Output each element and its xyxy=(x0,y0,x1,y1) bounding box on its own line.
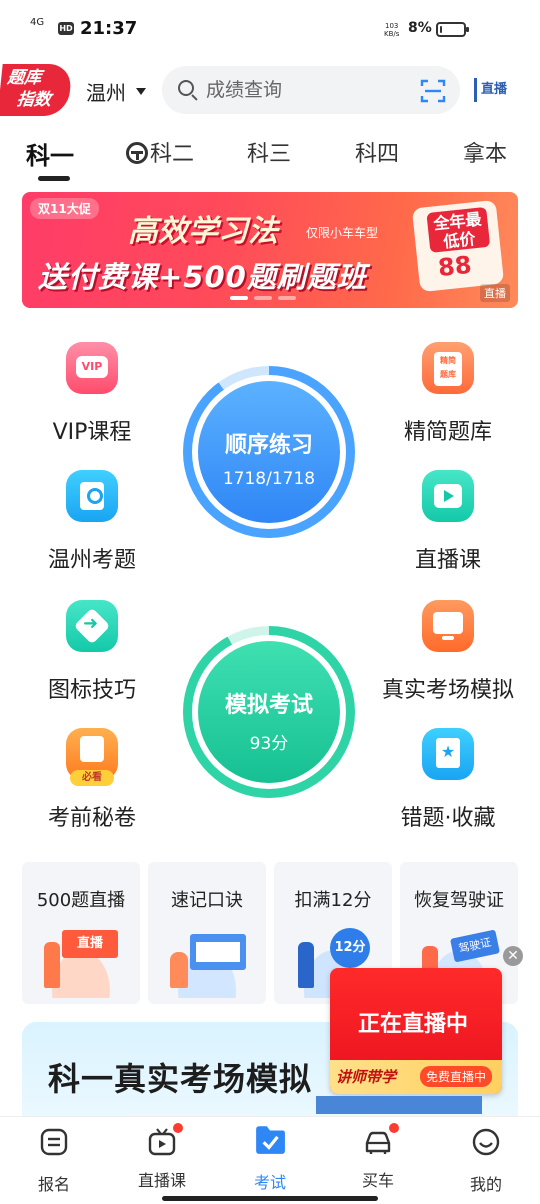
banner-pagination xyxy=(230,296,296,300)
live-entry-button[interactable]: 直播 xyxy=(474,78,510,102)
road-sign-icon xyxy=(66,600,118,652)
card-mnemonics[interactable]: 速记口诀 xyxy=(148,862,266,1004)
pagination-dot xyxy=(278,296,296,300)
tab-ke4[interactable]: 科四 xyxy=(355,136,399,168)
status-bar: 4G HD 21:37 103 KB/s 8% xyxy=(0,0,540,60)
banner-main-line: 送付费课+500题刷题班 xyxy=(38,260,367,294)
bottom-nav: 报名 直播课 考试 买车 我的 xyxy=(0,1116,540,1204)
practice-title: 顺序练习 xyxy=(224,433,313,458)
banner-live-tag: 直播 xyxy=(480,284,510,302)
floating-live-card[interactable]: 正在直播中 讲师带学 免费直播中 xyxy=(330,968,502,1094)
card-500-live[interactable]: 500题直播 直播 xyxy=(22,862,140,1004)
sign-tips-button[interactable]: 图标技巧 xyxy=(12,600,172,704)
free-live-badge: 免费直播中 xyxy=(420,1066,493,1087)
nav-exam[interactable]: 考试 xyxy=(230,1126,310,1193)
battery-icon xyxy=(436,22,469,37)
video-play-icon xyxy=(422,470,474,522)
promo-tag: 双11大促 xyxy=(30,198,99,219)
nav-profile[interactable]: 我的 xyxy=(446,1127,526,1195)
battery-percent: 8% xyxy=(408,20,432,36)
banner-headline: 高效学习法 xyxy=(122,206,284,250)
smile-icon xyxy=(472,1128,500,1156)
search-bar[interactable] xyxy=(162,66,460,114)
tab-ke2[interactable]: 科二 xyxy=(126,136,194,168)
pagination-dot xyxy=(230,296,248,300)
checklist-icon: 必看 xyxy=(66,728,118,786)
hd-badge: HD xyxy=(58,22,74,35)
must-see-badge: 必看 xyxy=(70,770,114,786)
city-selector[interactable]: 温州 xyxy=(86,77,146,106)
app-logo[interactable]: 题库 指数 xyxy=(0,64,73,116)
signup-icon xyxy=(40,1128,68,1156)
car-icon xyxy=(365,1131,391,1154)
search-icon xyxy=(178,80,194,96)
caret-down-icon xyxy=(136,88,146,95)
tab-indicator xyxy=(38,176,70,181)
bookmark-star-icon xyxy=(422,728,474,780)
steering-wheel-icon xyxy=(126,142,148,164)
live-illustration: 直播 xyxy=(36,928,126,998)
notification-dot xyxy=(389,1123,399,1133)
notification-dot xyxy=(173,1123,183,1133)
nav-live-course[interactable]: 直播课 xyxy=(122,1123,202,1191)
teacher-label: 讲师带学 xyxy=(336,1068,397,1086)
promo-banner[interactable]: 双11大促 高效学习法 仅限小车车型 送付费课+500题刷题班 全年最低价 88… xyxy=(22,192,518,308)
study-illustration xyxy=(162,928,252,998)
tab-ke3[interactable]: 科三 xyxy=(247,136,291,168)
close-icon[interactable]: ✕ xyxy=(503,946,523,966)
live-course-button[interactable]: 直播课 xyxy=(368,470,528,574)
concise-bank-button[interactable]: 精简 题库 xyxy=(368,342,528,446)
clock: 21:37 xyxy=(80,18,138,39)
tab-naben[interactable]: 拿本 xyxy=(463,136,507,168)
search-input[interactable] xyxy=(206,76,406,104)
exam-folder-icon xyxy=(256,1126,285,1154)
nav-buy-car[interactable]: 买车 xyxy=(338,1123,418,1191)
practice-progress: 1718/1718 xyxy=(222,469,316,489)
pre-exam-paper-button[interactable]: 必看 考前秘卷 xyxy=(12,728,172,832)
tab-ke1[interactable]: 科一 xyxy=(26,136,74,171)
real-exam-sim-button[interactable]: 真实考场模拟 xyxy=(368,600,528,704)
pagination-dot xyxy=(254,296,272,300)
exam-title: 模拟考试 xyxy=(224,693,313,718)
network-indicator: 4G xyxy=(30,17,45,28)
banner-subtitle: 仅限小车车型 xyxy=(306,226,379,240)
wenzhou-questions-button[interactable]: 温州考题 xyxy=(12,470,172,574)
network-speed: 103 KB/s xyxy=(384,22,400,38)
live-now-label: 正在直播中 xyxy=(358,1012,469,1037)
price-badge: 全年最低价 88 xyxy=(411,199,505,293)
vip-icon xyxy=(66,342,118,394)
city-label: 温州 xyxy=(86,81,126,105)
location-icon xyxy=(66,470,118,522)
exam-score: 93分 xyxy=(249,734,289,754)
question-bank-icon xyxy=(422,342,474,394)
mistakes-favorites-button[interactable]: 错题·收藏 xyxy=(368,728,528,832)
live-thumbnail-strip xyxy=(316,1096,482,1114)
mock-exam-button[interactable]: 模拟考试 93分 xyxy=(183,626,355,798)
monitor-icon xyxy=(422,600,474,652)
live-tv-icon xyxy=(148,1128,176,1156)
promo-title: 科一真实考场模拟 xyxy=(48,1060,313,1098)
vip-course-button[interactable]: VIP课程 xyxy=(12,342,172,446)
sequential-practice-button[interactable]: 顺序练习 1718/1718 xyxy=(183,366,355,538)
home-indicator xyxy=(162,1196,378,1201)
scan-icon[interactable] xyxy=(420,78,446,104)
nav-signup[interactable]: 报名 xyxy=(14,1127,94,1195)
subject-tabs: 科一 科二 科三 科四 拿本 xyxy=(0,136,540,186)
